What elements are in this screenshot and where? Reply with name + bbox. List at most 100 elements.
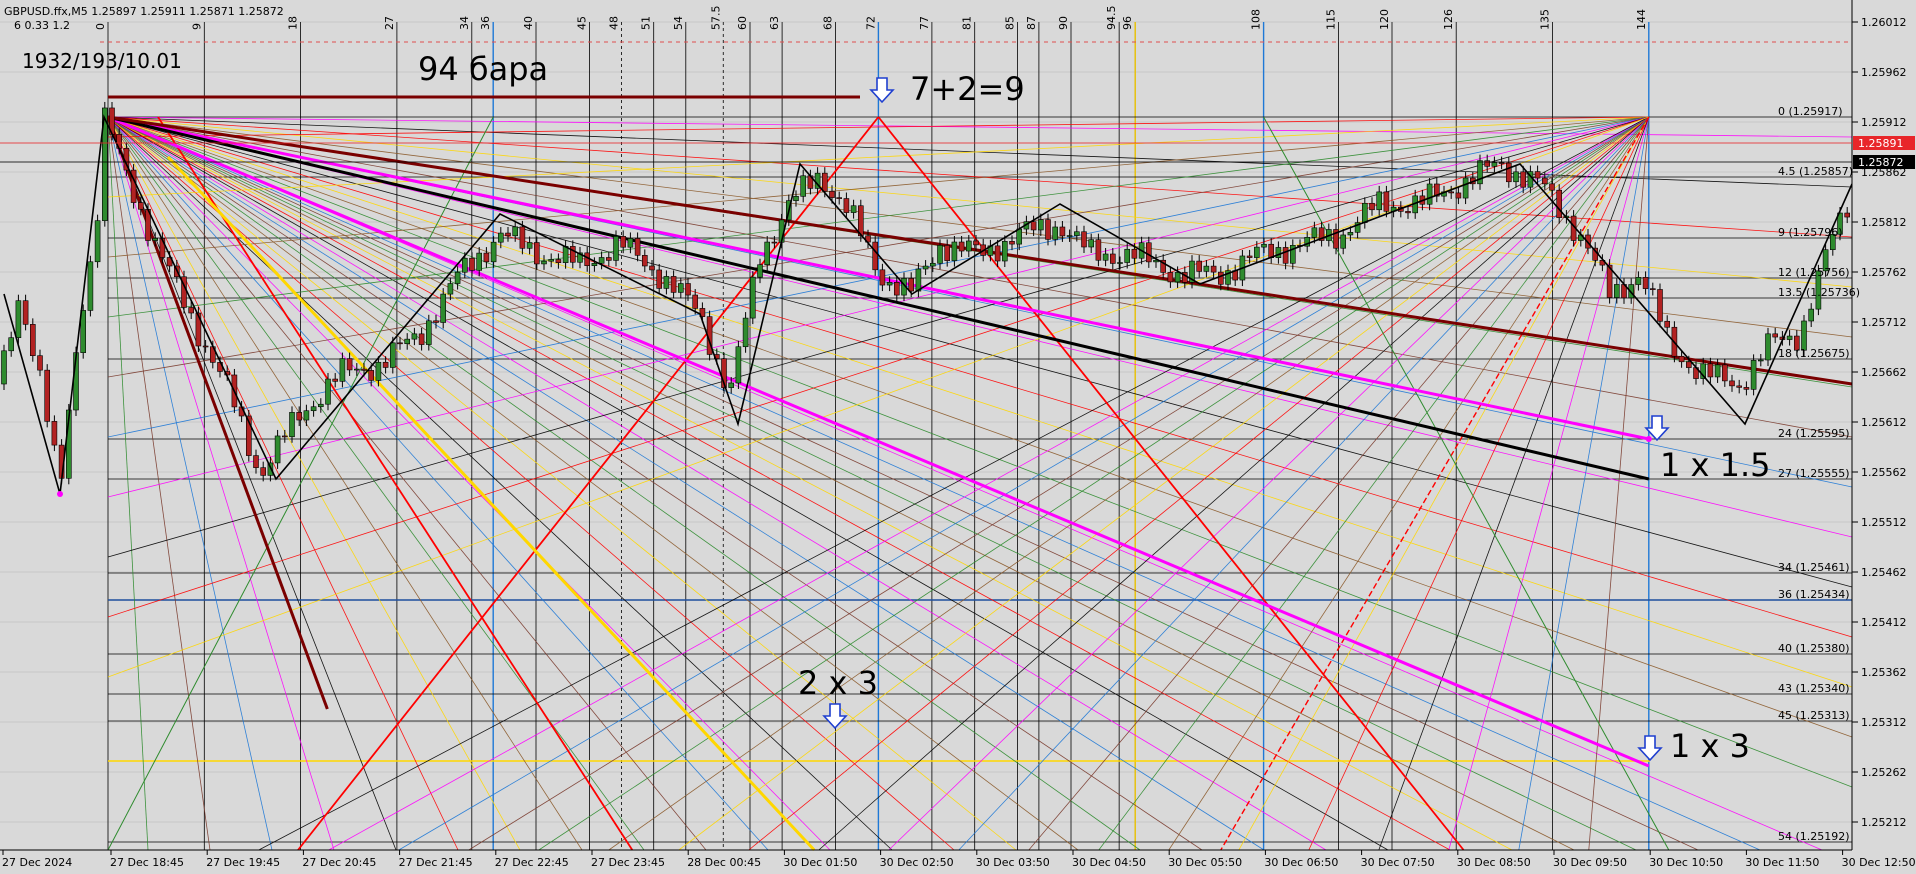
- candle-body: [461, 257, 468, 273]
- price-tick-label: 1.25712: [1861, 316, 1907, 329]
- count-label: 85: [1004, 16, 1017, 30]
- candle-body: [433, 320, 439, 323]
- time-tick-label: 30 Dec 03:50: [976, 856, 1050, 869]
- candle-body: [533, 242, 540, 265]
- pivot-marker: [1645, 436, 1652, 442]
- candle-body: [44, 369, 51, 422]
- count-label: 63: [768, 16, 781, 30]
- candle-body: [1491, 162, 1498, 167]
- candle-body: [627, 238, 634, 248]
- candle-body: [951, 241, 958, 261]
- current-price-value: 1.25891: [1858, 137, 1904, 150]
- candle-body: [490, 241, 497, 263]
- candle-body: [1707, 363, 1714, 378]
- candle-body: [1311, 227, 1318, 238]
- candle-body: [1081, 231, 1087, 248]
- candle-body: [1426, 183, 1433, 205]
- time-tick-label: 27 Dec 20:45: [302, 856, 376, 869]
- candle-body: [476, 252, 483, 271]
- candle-body: [742, 317, 749, 348]
- candle-body: [29, 324, 36, 356]
- candle-body: [253, 455, 259, 468]
- count-label: 135: [1539, 9, 1552, 30]
- candle-body: [1146, 242, 1152, 263]
- candle: [29, 318, 36, 362]
- candle-body: [368, 370, 375, 381]
- candle-body: [1066, 235, 1073, 237]
- candle-body: [1750, 360, 1757, 390]
- bars-count-annotation: 94 бара: [418, 50, 548, 88]
- candle-body: [1765, 333, 1771, 361]
- candle-body: [1030, 221, 1037, 231]
- candle-body: [1131, 248, 1138, 259]
- candle-body: [332, 378, 339, 382]
- candle-body: [1110, 253, 1116, 264]
- candle-body: [1743, 387, 1750, 390]
- ratio-2x3-annotation: 2 x 3: [798, 664, 878, 702]
- candle: [872, 236, 879, 276]
- count-label: 34: [458, 16, 471, 30]
- candle-body: [541, 260, 547, 265]
- candle-body: [94, 220, 101, 263]
- count-label: 115: [1325, 9, 1338, 30]
- candle-body: [51, 421, 58, 446]
- gann-level-label: 0 (1.25917): [1778, 105, 1843, 118]
- price-tick-label: 1.25962: [1861, 66, 1907, 79]
- price-tick-label: 1.26012: [1861, 16, 1907, 29]
- count-label: 54: [672, 16, 685, 30]
- candle-body: [469, 257, 475, 271]
- candle-body: [1261, 243, 1267, 248]
- current-price-value: 1.25872: [1858, 156, 1904, 169]
- candle-body: [1714, 364, 1721, 378]
- candle-body: [821, 172, 828, 192]
- candle-body: [454, 271, 461, 284]
- candle-body: [749, 276, 756, 319]
- time-tick-label: 30 Dec 01:50: [783, 856, 857, 869]
- candle-body: [1534, 171, 1541, 179]
- candle-body: [757, 264, 763, 278]
- count-label: 51: [640, 16, 653, 30]
- candle-body: [1772, 333, 1778, 338]
- candle-body: [325, 378, 331, 405]
- count-label: 72: [864, 16, 877, 30]
- candle-body: [562, 246, 569, 263]
- candle-body: [22, 300, 29, 325]
- candle-body: [613, 236, 619, 261]
- candle: [1765, 327, 1771, 366]
- candle-body: [512, 226, 519, 237]
- price-tick-label: 1.25262: [1861, 766, 1907, 779]
- candle-body: [317, 403, 324, 408]
- count-label: 77: [918, 16, 931, 30]
- gann-level-label: 43 (1.25340): [1778, 682, 1850, 695]
- gann-level-label: 40 (1.25380): [1778, 642, 1850, 655]
- candle: [1750, 354, 1757, 396]
- count-label: 87: [1025, 16, 1038, 30]
- candle-body: [397, 342, 403, 345]
- candle-body: [1405, 211, 1411, 214]
- candle-body: [793, 196, 799, 201]
- candle-body: [591, 263, 598, 266]
- candle-body: [1246, 255, 1253, 258]
- candle-body: [1167, 272, 1174, 283]
- candle-body: [15, 300, 22, 338]
- price-chart[interactable]: 1.260121.259621.259121.258621.258121.257…: [0, 0, 1916, 874]
- candle-body: [1614, 284, 1620, 298]
- ratio-annotation: 1932/193/10.01: [22, 49, 182, 73]
- price-tick-label: 1.25312: [1861, 716, 1907, 729]
- price-tick-label: 1.25212: [1861, 816, 1907, 829]
- gann-level-label: 18 (1.25675): [1778, 347, 1850, 360]
- candle-body: [929, 262, 936, 267]
- candle-body: [670, 276, 677, 293]
- candle-body: [886, 281, 893, 286]
- candle-body: [152, 238, 158, 241]
- time-tick-label: 30 Dec 02:50: [880, 856, 954, 869]
- candle-body: [605, 257, 612, 261]
- time-tick-label: 28 Dec 00:45: [687, 856, 761, 869]
- candle-body: [685, 283, 691, 296]
- price-tick-label: 1.25762: [1861, 266, 1907, 279]
- gann-level-label: 45 (1.25313): [1778, 709, 1850, 722]
- candle-body: [440, 293, 447, 323]
- time-tick-label: 30 Dec 08:50: [1457, 856, 1531, 869]
- chart-window[interactable]: 1.26012 1.25962 1.25912 1.25862 1.25812 1.257…: [0, 0, 1916, 874]
- time-tick-label: 30 Dec 10:50: [1649, 856, 1723, 869]
